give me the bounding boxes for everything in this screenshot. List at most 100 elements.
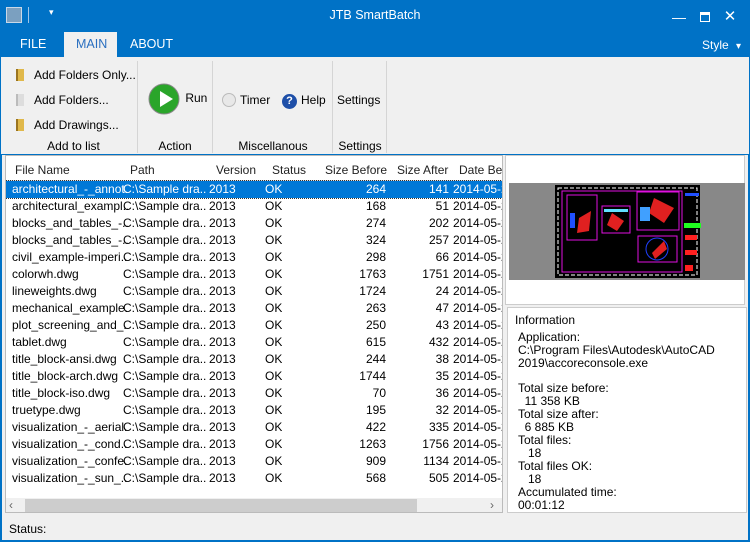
- status-bar: Status:: [2, 515, 748, 540]
- path-cell: C:\Sample dra...: [123, 267, 207, 281]
- table-row[interactable]: plot_screening_and_... C:\Sample dra... 20…: [6, 317, 502, 334]
- run-button[interactable]: Run: [148, 83, 207, 115]
- size-after-cell: 1134: [423, 454, 449, 468]
- file-name-cell: visualization_-_sun_...: [12, 471, 128, 485]
- table-row[interactable]: architectural_-_annot... C:\Sample dra...…: [6, 180, 503, 199]
- add-drawings-label: Add Drawings...: [34, 118, 119, 132]
- help-button[interactable]: ? Help: [282, 93, 326, 109]
- tab-about[interactable]: ABOUT: [118, 32, 185, 57]
- file-name-cell: title_block-arch.dwg: [12, 369, 119, 383]
- table-row[interactable]: title_block-iso.dwg C:\Sample dra... 2013 O…: [6, 385, 503, 402]
- info-line: 11 358 KB: [518, 394, 580, 408]
- size-after-cell: 24: [435, 284, 449, 298]
- column-header-file-name[interactable]: File Name: [15, 163, 70, 177]
- table-row[interactable]: truetype.dwg C:\Sample dra... 2013 OK 195 32 2…: [6, 402, 502, 419]
- version-cell: 2013: [209, 284, 236, 298]
- style-menu[interactable]: Style ▾: [702, 38, 741, 52]
- size-after-cell: 141: [428, 182, 449, 196]
- version-cell: 2013: [209, 182, 236, 196]
- close-icon[interactable]: ✕: [719, 8, 741, 26]
- size-after-cell: 32: [435, 403, 449, 417]
- file-name-cell: mechanical_example...: [12, 301, 128, 315]
- column-header-size-before[interactable]: Size Before: [325, 163, 387, 177]
- timer-button[interactable]: Timer: [222, 93, 270, 107]
- table-row[interactable]: blocks_and_tables_-... C:\Sample dra... 20…: [6, 215, 502, 232]
- size-after-cell: 35: [435, 369, 449, 383]
- date-before-cell: 2014-05-2: [453, 267, 503, 281]
- info-line: Total files OK:: [518, 459, 593, 473]
- table-row[interactable]: visualization_-_confe... C:\Sample dra...…: [6, 453, 502, 470]
- add-folders-only-label: Add Folders Only...: [34, 68, 136, 82]
- table-row[interactable]: lineweights.dwg C:\Sample dra... 2013 OK 172…: [6, 283, 502, 300]
- version-cell: 2013: [209, 216, 236, 230]
- size-after-cell: 432: [428, 335, 449, 349]
- group-label-action: Action: [158, 139, 192, 153]
- version-cell: 2013: [209, 250, 236, 264]
- scroll-left-icon[interactable]: ‹: [9, 498, 13, 512]
- table-row[interactable]: architectural_exampl... C:\Sample dra... 2…: [6, 198, 502, 215]
- size-before-cell: 422: [365, 420, 386, 434]
- table-row[interactable]: civil_example-imperi... C:\Sample dra... 2…: [6, 249, 502, 266]
- drawing-thumbnail: [509, 183, 745, 280]
- add-folders-button[interactable]: Add Folders...: [16, 93, 109, 107]
- version-cell: 2013: [209, 437, 236, 451]
- table-row[interactable]: tablet.dwg C:\Sample dra... 2013 OK 615 432 20…: [6, 334, 502, 351]
- scrollbar-thumb[interactable]: [25, 499, 417, 512]
- settings-button[interactable]: Settings: [337, 93, 380, 107]
- tab-file[interactable]: FILE: [8, 32, 58, 57]
- column-header-version[interactable]: Version: [216, 163, 256, 177]
- column-header-date-before[interactable]: Date Befo: [459, 163, 502, 177]
- table-row[interactable]: title_block-ansi.dwg C:\Sample dra... 2013…: [6, 351, 502, 368]
- status-cell: OK: [265, 250, 283, 264]
- status-cell: OK: [265, 199, 283, 213]
- maximize-icon[interactable]: [694, 8, 716, 26]
- horizontal-scrollbar[interactable]: ‹ ›: [6, 498, 502, 512]
- status-cell: OK: [265, 454, 283, 468]
- info-line: Total size before:: [518, 381, 609, 395]
- group-label-add-to-list: Add to list: [47, 139, 100, 153]
- file-name-cell: visualization_-_confe...: [12, 454, 128, 468]
- ribbon: Add Folders Only... Add Folders... Add D…: [1, 57, 749, 155]
- size-before-cell: 1724: [359, 284, 386, 298]
- column-header-size-after[interactable]: Size After: [397, 163, 448, 177]
- column-header-path[interactable]: Path: [130, 163, 155, 177]
- status-cell: OK: [265, 284, 283, 298]
- column-header-status[interactable]: Status: [272, 163, 306, 177]
- path-cell: C:\Sample dra...: [123, 301, 207, 315]
- table-row[interactable]: blocks_and_tables_-... C:\Sample dra... 20…: [6, 232, 502, 249]
- table-row[interactable]: visualization_-_aerial... C:\Sample dra..…: [6, 419, 502, 436]
- main-area: File Name Path Version Status Size Befor…: [2, 155, 748, 515]
- tab-main[interactable]: MAIN: [64, 32, 117, 57]
- size-after-cell: 36: [435, 386, 449, 400]
- table-row[interactable]: mechanical_example... C:\Sample dra... 201…: [6, 300, 503, 317]
- clock-icon: [222, 93, 236, 107]
- style-label: Style: [702, 38, 729, 52]
- status-cell: OK: [265, 233, 283, 247]
- info-line: 18: [518, 472, 542, 486]
- minimize-icon[interactable]: —: [668, 8, 690, 26]
- path-cell: C:\Sample dra...: [123, 216, 207, 230]
- path-cell: C:\Sample dra...: [123, 352, 207, 366]
- date-before-cell: 2014-05-2: [453, 386, 503, 400]
- date-before-cell: 2014-05-2: [453, 301, 503, 315]
- version-cell: 2013: [209, 267, 236, 281]
- status-cell: OK: [265, 369, 283, 383]
- path-cell: C:\Sample dra...: [123, 471, 207, 485]
- add-folders-only-button[interactable]: Add Folders Only...: [16, 68, 136, 82]
- size-after-cell: 202: [428, 216, 449, 230]
- table-row[interactable]: visualization_-_sun_... C:\Sample dra... 2…: [6, 470, 502, 487]
- table-row[interactable]: title_block-arch.dwg C:\Sample dra... 2013…: [6, 368, 502, 385]
- path-cell: C:\Sample dra...: [123, 335, 207, 349]
- version-cell: 2013: [209, 454, 236, 468]
- add-drawings-button[interactable]: Add Drawings...: [16, 118, 119, 132]
- path-cell: C:\Sample dra...: [123, 284, 207, 298]
- date-before-cell: 2014-05-2: [453, 182, 503, 196]
- group-label-settings: Settings: [338, 139, 382, 153]
- table-row[interactable]: colorwh.dwg C:\Sample dra... 2013 OK 1763 175…: [6, 266, 503, 283]
- size-before-cell: 168: [365, 199, 386, 213]
- table-row[interactable]: visualization_-_cond... C:\Sample dra... 2…: [6, 436, 502, 453]
- size-before-cell: 568: [365, 471, 386, 485]
- scroll-right-icon[interactable]: ›: [490, 498, 494, 512]
- file-name-cell: plot_screening_and_...: [12, 318, 128, 332]
- version-cell: 2013: [209, 386, 236, 400]
